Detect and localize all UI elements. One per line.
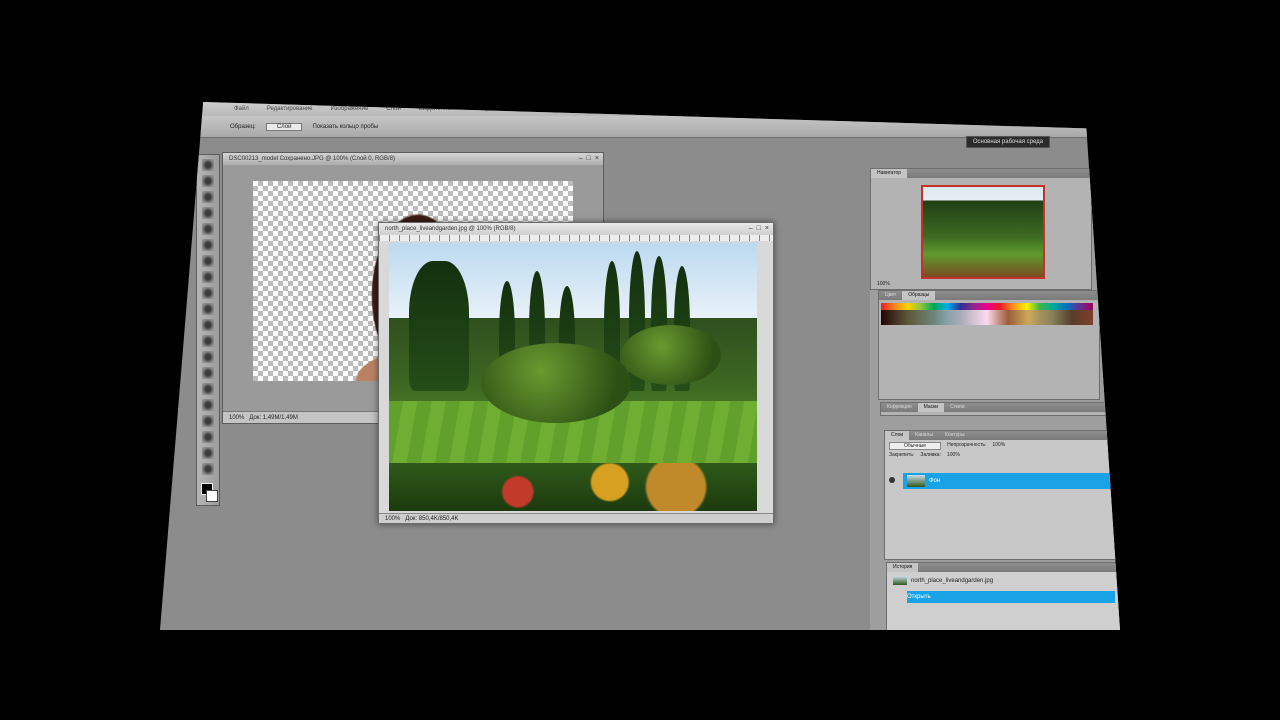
layer-name: Фон [929,478,941,484]
maximize-icon[interactable]: □ [587,154,591,164]
move-tool-icon[interactable] [202,159,214,171]
gradient-tool-icon[interactable] [202,335,214,347]
menu-image[interactable]: Изображение [330,106,368,112]
dodge-tool-icon[interactable] [202,367,214,379]
lock-label: Закрепить: [889,452,915,458]
crop-tool-icon[interactable] [202,223,214,235]
round-bush [481,343,631,423]
tab-navigator[interactable]: Навигатор [871,169,908,178]
tab-paths[interactable]: Контуры [939,431,971,440]
navigator-panel: Навигатор 100% [870,168,1092,290]
sample-label: Образец: [230,123,256,130]
tab-masks[interactable]: Маски [917,403,945,412]
menu-edit[interactable]: Редактирование [267,106,313,112]
quick-select-tool-icon[interactable] [202,207,214,219]
lasso-tool-icon[interactable] [202,191,214,203]
swatch-grid[interactable] [881,303,1093,325]
history-brush-tool-icon[interactable] [202,303,214,315]
tab-styles[interactable]: Стили [944,403,970,412]
menu-3d[interactable]: 3D [507,106,515,112]
layers-panel: Слои Каналы Контуры Обычные Непрозрачнос… [884,430,1120,560]
path-select-tool-icon[interactable] [202,415,214,427]
tab-history[interactable]: История [887,563,919,572]
tab-adjustments[interactable]: Коррекция [881,403,918,412]
eraser-tool-icon[interactable] [202,319,214,331]
round-bush [621,325,721,385]
workspace-button[interactable]: Основная рабочая среда [965,136,1050,148]
tools-panel [196,154,220,506]
layer-row-background[interactable]: Фон [903,473,1115,489]
history-panel: История north_place_liveandgarden.jpg От… [886,562,1120,630]
flower-bed [389,463,757,511]
layers-options: Обычные Непрозрачность: 100% [885,440,1119,452]
navigator-zoom[interactable]: 100% [877,281,890,287]
swatches-panel: Цвет Образцы [878,290,1100,400]
menu-help[interactable]: Справка [610,106,634,112]
visibility-eye-icon[interactable] [889,477,895,483]
snapshot-thumbnail [893,575,907,585]
blur-tool-icon[interactable] [202,351,214,363]
minimize-icon[interactable]: – [579,154,583,164]
navigator-thumbnail[interactable] [921,185,1045,279]
status-bar: 100% Док: 850,4K/850,4K [379,513,773,523]
eyedropper-tool-icon[interactable] [202,239,214,251]
menu-layers[interactable]: Слои [386,106,401,112]
clone-stamp-tool-icon[interactable] [202,287,214,299]
opacity-value[interactable]: 100% [992,442,1005,450]
monitor-screen: Файл Редактирование Изображение Слои Выд… [160,102,1120,630]
document-title-bar[interactable]: DSC00213_model Сохранено.JPG @ 100% (Сло… [223,153,603,165]
garden-photo[interactable] [389,243,757,511]
document-title: DSC00213_model Сохранено.JPG @ 100% (Сло… [229,156,395,162]
document-title-bar[interactable]: north_place_liveandgarden.jpg @ 100% (RG… [379,223,773,235]
marquee-tool-icon[interactable] [202,175,214,187]
history-step-label: Открыть [907,594,931,600]
menu-view[interactable]: Просмотр [533,106,560,112]
adjustments-panel: Коррекция Маски Стили [880,402,1110,416]
history-step-open[interactable]: Открыть [907,591,1115,603]
blend-mode-select[interactable]: Обычные [889,442,942,450]
menu-bar: Файл Редактирование Изображение Слои Выд… [160,102,1120,116]
hand-tool-icon[interactable] [202,447,214,459]
background-color-swatch[interactable] [206,490,218,502]
zoom-level[interactable]: 100% [229,415,244,421]
layer-thumbnail [907,475,925,487]
fill-value[interactable]: 100% [947,452,960,458]
opacity-label: Непрозрачность: [947,442,987,448]
doc-size: Док: 850,4K/850,4K [405,516,459,522]
document-title: north_place_liveandgarden.jpg @ 100% (RG… [385,226,516,232]
zoom-tool-icon[interactable] [202,463,214,475]
doc-size: Док: 1,49M/1,49M [249,415,298,421]
options-bar: Образец: Слой Показать кольцо пробы [160,116,1120,138]
panel-dock: Навигатор 100% Цвет Образцы Коррекция Ма… [870,168,1120,630]
menu-file[interactable]: Файл [234,106,249,112]
shape-tool-icon[interactable] [202,431,214,443]
fill-label: Заливка: [920,452,941,458]
history-snapshot[interactable]: north_place_liveandgarden.jpg [893,575,1113,587]
horizontal-ruler [379,235,773,241]
layers-lock-row: Закрепить: Заливка: 100% [885,452,1119,458]
snapshot-name: north_place_liveandgarden.jpg [911,578,994,584]
sample-select[interactable]: Слой [265,122,303,131]
tab-channels[interactable]: Каналы [909,431,939,440]
pine-tree [409,261,469,391]
document-window-garden[interactable]: north_place_liveandgarden.jpg @ 100% (RG… [378,222,774,524]
show-ring-toggle[interactable]: Показать кольцо пробы [312,124,378,130]
minimize-icon[interactable]: – [749,224,753,234]
brush-tool-icon[interactable] [202,271,214,283]
close-icon[interactable]: × [595,154,599,164]
menu-window[interactable]: Окно [578,106,592,112]
tab-color[interactable]: Цвет [879,291,902,300]
zoom-level[interactable]: 100% [385,516,400,522]
tab-swatches[interactable]: Образцы [902,291,936,300]
tab-layers[interactable]: Слои [885,431,910,440]
menu-select[interactable]: Выделение [419,106,451,112]
close-icon[interactable]: × [765,224,769,234]
maximize-icon[interactable]: □ [757,224,761,234]
pen-tool-icon[interactable] [202,383,214,395]
menu-filter[interactable]: Фильтр [469,106,489,112]
type-tool-icon[interactable] [202,399,214,411]
healing-brush-tool-icon[interactable] [202,255,214,267]
